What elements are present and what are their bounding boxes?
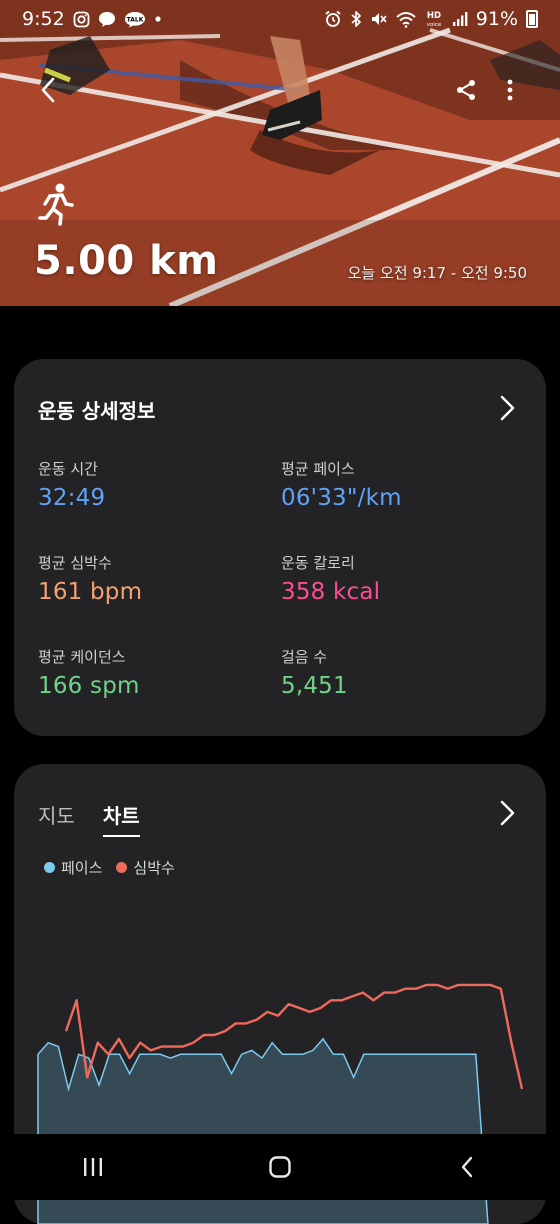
instagram-icon [73,11,90,28]
back-button[interactable] [30,72,66,108]
wifi-icon [396,11,416,28]
running-icon [38,183,74,226]
stat-steps: 걸음 수 5,451 [281,646,348,699]
hero-banner: 5.00 km 오늘 오전 9:17 - 오전 9:50 [0,0,560,306]
stat-label: 평균 페이스 [281,460,355,478]
status-bar: 9:52 TALK HD voice 91% [0,0,560,38]
hd-voice-icon: HD voice [424,10,444,28]
system-nav-bar [0,1134,560,1200]
more-vertical-icon [507,79,513,101]
svg-text:TALK: TALK [126,16,143,23]
stat-avg-heart-rate: 평균 심박수 161 bpm [38,552,142,605]
recent-apps-button[interactable] [63,1142,123,1192]
svg-text:HD: HD [427,11,441,21]
distance-value: 5.00 km [34,238,219,284]
share-button[interactable] [448,72,484,108]
chevron-left-icon [41,77,55,103]
stat-label: 운동 시간 [38,460,98,478]
stat-label: 평균 심박수 [38,554,112,572]
stat-value: 358 kcal [281,579,381,605]
home-icon [269,1156,291,1178]
share-icon [457,80,475,100]
bluetooth-icon [350,10,362,28]
mute-icon [370,10,388,28]
home-button[interactable] [250,1142,310,1192]
back-icon [461,1156,472,1178]
stat-value: 06'33"/km [281,485,402,511]
stat-value: 5,451 [281,673,348,699]
kakaotalk-icon: TALK [124,11,146,28]
more-options-button[interactable] [494,72,526,108]
status-time: 9:52 [22,8,65,30]
stat-avg-cadence: 평균 케이던스 166 spm [38,646,140,699]
details-title: 운동 상세정보 [38,399,156,423]
stat-label: 평균 케이던스 [38,648,126,666]
workout-time-range: 오늘 오전 9:17 - 오전 9:50 [347,264,527,282]
stat-label: 걸음 수 [281,648,328,666]
stat-label: 운동 칼로리 [281,554,355,572]
stat-value: 32:49 [38,485,106,511]
workout-details-card[interactable]: 운동 상세정보 운동 시간 32:49 평균 페이스 06'33"/km 평균 … [14,359,546,736]
stat-value: 161 bpm [38,579,143,605]
svg-text:voice: voice [426,22,441,28]
stat-value: 166 spm [38,673,140,699]
battery-icon [526,10,538,28]
alarm-icon [324,10,342,28]
battery-percent: 91% [475,8,518,30]
stat-duration: 운동 시간 32:49 [38,458,105,511]
dot-icon [154,15,162,23]
stat-calories: 운동 칼로리 358 kcal [281,552,380,605]
signal-icon [452,11,468,27]
recent-apps-icon [84,1158,103,1176]
chat-bubble-icon [98,11,116,28]
back-nav-button[interactable] [437,1142,497,1192]
chevron-right-icon[interactable] [496,393,518,423]
stat-avg-pace: 평균 페이스 06'33"/km [281,458,402,511]
